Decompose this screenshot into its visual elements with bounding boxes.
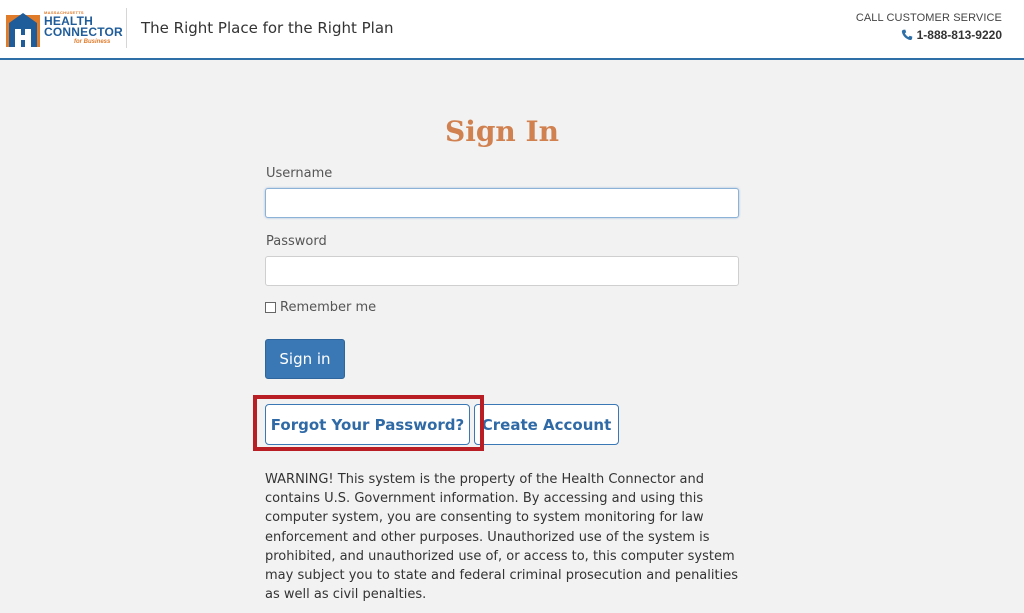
health-connector-logo-icon xyxy=(6,13,40,47)
password-field[interactable] xyxy=(265,256,739,286)
customer-service-label: CALL CUSTOMER SERVICE xyxy=(855,12,1002,24)
phone-icon xyxy=(901,29,912,41)
logo-text-connector: CONNECTOR xyxy=(44,25,123,39)
sign-in-button[interactable]: Sign in xyxy=(265,339,345,379)
password-label: Password xyxy=(266,234,327,249)
remember-me[interactable]: Remember me xyxy=(265,300,376,315)
header-divider xyxy=(126,8,127,48)
remember-me-label: Remember me xyxy=(280,300,377,315)
health-connector-logo[interactable]: MASSACHUSETTS HEALTH CONNECTOR for Busin… xyxy=(6,9,123,47)
remember-me-checkbox[interactable] xyxy=(265,302,276,313)
customer-service-phone[interactable]: 1-888-813-9220 xyxy=(901,28,1002,42)
page-title: Sign In xyxy=(445,115,559,148)
username-field[interactable] xyxy=(265,188,739,218)
security-warning: WARNING! This system is the property of … xyxy=(265,472,738,603)
site-header: MASSACHUSETTS HEALTH CONNECTOR for Busin… xyxy=(0,0,1024,60)
site-tagline: The Right Place for the Right Plan xyxy=(141,19,394,37)
phone-number: 1-888-813-9220 xyxy=(916,28,1002,42)
logo-text-for-business: for Business xyxy=(74,39,111,45)
create-account-button[interactable]: Create Account xyxy=(474,404,619,445)
username-label: Username xyxy=(266,166,333,181)
highlight-annotation xyxy=(253,395,484,451)
